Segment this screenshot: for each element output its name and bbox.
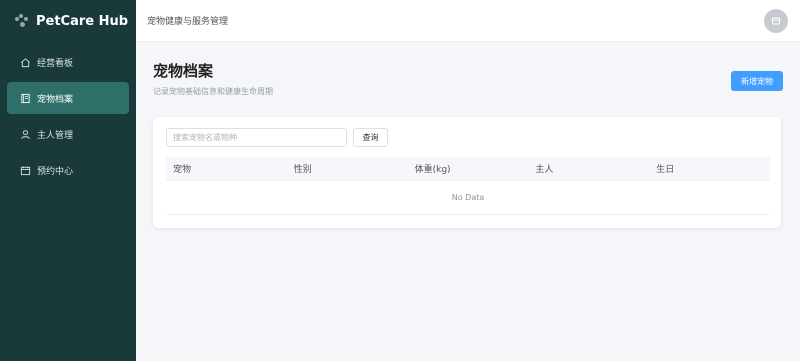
avatar[interactable]	[764, 9, 788, 33]
sidebar-item-label: 经营看板	[37, 58, 74, 69]
sidebar-item-label: 预约中心	[37, 166, 74, 177]
table-empty-text: No Data	[166, 181, 770, 215]
book-icon	[21, 93, 30, 103]
column-header-owner[interactable]: 主人	[528, 162, 649, 175]
pet-table: 宠物 性别 体重(kg) 主人 生日 No Data	[166, 157, 770, 215]
page-title: 宠物档案	[153, 62, 214, 80]
column-header-weight[interactable]: 体重(kg)	[408, 162, 529, 175]
search-button[interactable]: 查询	[353, 128, 388, 147]
sidebar-item-appointments[interactable]: 预约中心	[7, 154, 129, 186]
topbar: 宠物健康与服务管理	[136, 0, 800, 42]
table-header: 宠物 性别 体重(kg) 主人 生日	[166, 157, 770, 181]
user-avatar-icon	[772, 17, 780, 25]
brand-title: PetCare Hub	[36, 13, 129, 29]
sidebar: PetCare Hub 经营看板 宠物档案 主人管理 预约中心	[0, 0, 136, 361]
sidebar-item-dashboard[interactable]: 经营看板	[7, 46, 129, 78]
add-pet-button[interactable]: 新增宠物	[731, 71, 783, 91]
calendar-icon	[20, 165, 31, 175]
header-title: 宠物健康与服务管理	[147, 17, 229, 27]
sidebar-item-owners[interactable]: 主人管理	[7, 118, 129, 150]
column-header-pet[interactable]: 宠物	[166, 162, 287, 175]
user-icon	[21, 129, 30, 139]
brand[interactable]: PetCare Hub	[0, 0, 136, 42]
sidebar-item-pet-records[interactable]: 宠物档案	[7, 82, 129, 114]
sidebar-nav: 经营看板 宠物档案 主人管理 预约中心	[0, 46, 136, 186]
column-header-gender[interactable]: 性别	[287, 162, 408, 175]
paw-icon	[14, 14, 30, 28]
page-subtitle: 记录宠物基础信息和健康生命周期	[153, 87, 273, 96]
column-header-birthday[interactable]: 生日	[649, 162, 770, 175]
pet-records-card: 查询 宠物 性别 体重(kg) 主人 生日 No Data	[153, 117, 781, 228]
sidebar-item-label: 主人管理	[37, 130, 74, 141]
home-icon	[21, 57, 30, 67]
sidebar-item-label: 宠物档案	[37, 94, 74, 105]
search-input[interactable]	[166, 128, 347, 147]
